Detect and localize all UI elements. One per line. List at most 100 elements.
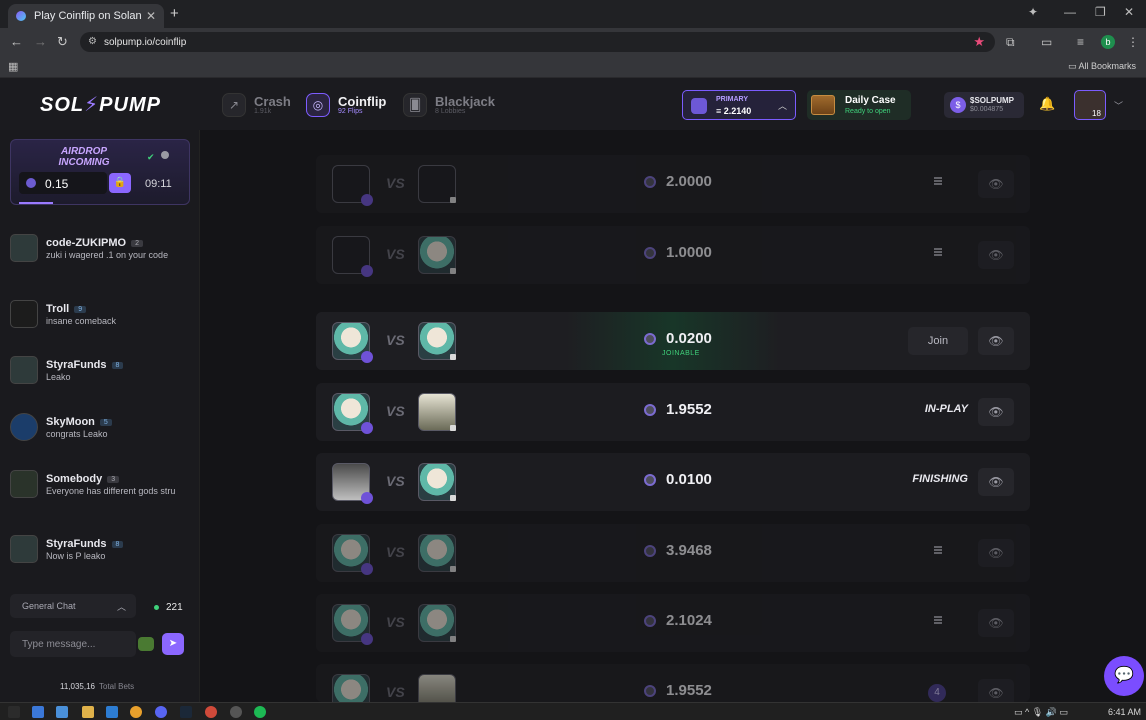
bookmark-star-icon[interactable]: ★	[973, 34, 985, 50]
site-info-icon[interactable]: ⚙	[88, 36, 97, 47]
view-flip-button[interactable]: 👁	[978, 170, 1014, 198]
user-avatar[interactable]	[10, 535, 38, 563]
forward-icon[interactable]: →	[34, 34, 47, 49]
windows-start-icon[interactable]	[32, 706, 44, 718]
coinflip-row[interactable]: VS 1.9552 IN-PLAY 👁	[316, 383, 1030, 441]
user-avatar[interactable]	[10, 300, 38, 328]
folder-icon[interactable]	[82, 706, 94, 718]
view-flip-button[interactable]: 👁	[978, 241, 1014, 269]
chevron-down-icon[interactable]: ﹀	[1114, 99, 1123, 112]
daily-case-button[interactable]: Daily Case Ready to open	[807, 90, 911, 120]
bot-icon	[450, 268, 456, 274]
discord-icon[interactable]	[155, 706, 167, 718]
game-sub: 8 Lobbies	[435, 108, 466, 115]
browser-menu-icon[interactable]: ⋮	[1127, 35, 1139, 49]
airdrop-lock-button[interactable]: 🔒	[109, 173, 131, 193]
view-flip-button[interactable]: 👁	[978, 609, 1014, 637]
chat-username[interactable]: code-ZUKIPMO 2	[46, 237, 143, 249]
coinflip-row[interactable]: VS 3.9468 👁	[316, 524, 1030, 582]
all-bookmarks[interactable]: ▭ All Bookmarks	[1068, 61, 1136, 72]
chat-username[interactable]: StyraFunds 8	[46, 538, 124, 550]
view-flip-button[interactable]: 👁	[978, 539, 1014, 567]
solpump-logo[interactable]: SOL⚡PUMP	[40, 92, 161, 117]
media-icon[interactable]: ≡	[1077, 35, 1084, 49]
steam-icon[interactable]	[180, 706, 192, 718]
online-count-value: 221	[166, 602, 183, 613]
view-flip-button[interactable]: 👁	[978, 327, 1014, 355]
vs-label: VS	[386, 403, 405, 419]
reload-icon[interactable]: ↻	[57, 34, 68, 50]
total-bets-label: Total Bets	[99, 682, 135, 691]
coinflip-row[interactable]: VS 1.0000 👁	[316, 226, 1030, 284]
support-chat-button[interactable]: 💬	[1104, 656, 1144, 696]
apps-grid-icon[interactable]: ▦	[8, 60, 18, 73]
chrome-profile-icon[interactable]	[205, 706, 217, 718]
chat-message: code-ZUKIPMO 2 zuki i wagered .1 on your …	[10, 228, 190, 276]
eye-icon: 👁	[988, 686, 1004, 700]
extension-spark-icon[interactable]: ✦	[1028, 5, 1038, 19]
info-icon[interactable]	[161, 151, 169, 159]
user-avatar[interactable]	[10, 470, 38, 498]
emoji-picker-icon[interactable]	[138, 637, 154, 651]
minimize-icon[interactable]: —	[1064, 5, 1076, 19]
coinflip-row[interactable]: VS 2.0000 👁	[316, 155, 1030, 213]
chat-username[interactable]: SkyMoon 5	[46, 416, 112, 428]
tray-icons[interactable]: ▭ ^ 🎙 🔊 ▭	[1014, 707, 1068, 718]
chat-text: insane comeback	[46, 316, 117, 326]
menu-icon[interactable]	[934, 248, 942, 256]
chat-username[interactable]: Somebody 3	[46, 473, 120, 485]
notification-bell-icon[interactable]: 🔔	[1039, 96, 1055, 112]
address-bar-row: ← → ↻ ⚙ solpump.io/coinflip ★ ⧉ ▭ ≡ ⋮	[0, 28, 1146, 56]
spotify-icon[interactable]	[254, 706, 266, 718]
vs-label: VS	[386, 246, 405, 262]
back-icon[interactable]: ←	[10, 34, 23, 49]
new-tab-icon[interactable]: +	[170, 5, 179, 22]
menu-icon[interactable]	[934, 177, 942, 185]
coinflip-row[interactable]: VS 2.1024 👁	[316, 594, 1030, 652]
chat-message-input[interactable]	[10, 631, 136, 657]
search-icon[interactable]	[8, 706, 20, 718]
bolt-icon: ⚡	[84, 94, 100, 116]
tab-blackjack[interactable]: 🂠 Blackjack 8 Lobbies	[403, 90, 495, 120]
menu-icon[interactable]	[934, 616, 942, 624]
view-flip-button[interactable]: 👁	[978, 398, 1014, 426]
view-flip-button[interactable]: 👁	[978, 679, 1014, 702]
user-avatar[interactable]	[10, 356, 38, 384]
chat-username[interactable]: StyraFunds 8	[46, 359, 124, 371]
view-flip-button[interactable]: 👁	[978, 468, 1014, 496]
github-icon[interactable]	[230, 706, 242, 718]
user-avatar[interactable]	[10, 413, 38, 441]
browser-tab-bar: Play Coinflip on Solana – No K ✕ + ✦ — ❐…	[0, 0, 1146, 28]
vs-label: VS	[386, 332, 405, 348]
token-price-button[interactable]: $ $SOLPUMP $0.004875	[944, 92, 1024, 118]
daily-case-title: Daily Case	[845, 95, 896, 106]
tab-coinflip[interactable]: ◎ Coinflip 92 Flips	[306, 90, 386, 120]
browser-tab[interactable]: Play Coinflip on Solana – No K ✕	[8, 4, 164, 28]
menu-icon[interactable]	[934, 546, 942, 554]
player-b-avatar	[418, 604, 456, 642]
close-window-icon[interactable]: ✕	[1124, 5, 1134, 19]
send-message-button[interactable]: ➤	[162, 633, 184, 655]
chrome-icon[interactable]	[130, 706, 142, 718]
extensions-icon[interactable]: ⧉	[1006, 35, 1015, 50]
join-button[interactable]: Join	[908, 327, 968, 355]
user-avatar[interactable]: 18	[1074, 90, 1106, 120]
wallet-selector[interactable]: PRIMARY ≡ 2.2140 ︿	[682, 90, 796, 120]
browser-profile-avatar[interactable]: b	[1101, 35, 1115, 49]
cast-icon[interactable]: ▭	[1041, 35, 1052, 49]
eye-icon: 👁	[988, 405, 1004, 419]
coinflip-row[interactable]: VS 0.0100 FINISHING 👁	[316, 453, 1030, 511]
explorer-icon[interactable]	[56, 706, 68, 718]
user-avatar[interactable]	[10, 234, 38, 262]
chat-username[interactable]: Troll 9	[46, 303, 87, 315]
user-level-badge: 9	[74, 305, 87, 313]
store-icon[interactable]	[106, 706, 118, 718]
close-tab-icon[interactable]: ✕	[146, 9, 156, 23]
url-field[interactable]: ⚙ solpump.io/coinflip ★	[80, 32, 995, 52]
coinflip-row[interactable]: VS 1.9552 4 👁	[316, 664, 1030, 702]
chat-channel-select[interactable]: General Chat ︿	[10, 594, 136, 618]
restore-icon[interactable]: ❐	[1095, 5, 1106, 19]
coinflip-row[interactable]: VS 0.0200 JOINABLE Join 👁	[316, 312, 1030, 370]
eye-icon: 👁	[988, 248, 1004, 262]
tab-crash[interactable]: ↗ Crash 1.91k	[222, 90, 291, 120]
